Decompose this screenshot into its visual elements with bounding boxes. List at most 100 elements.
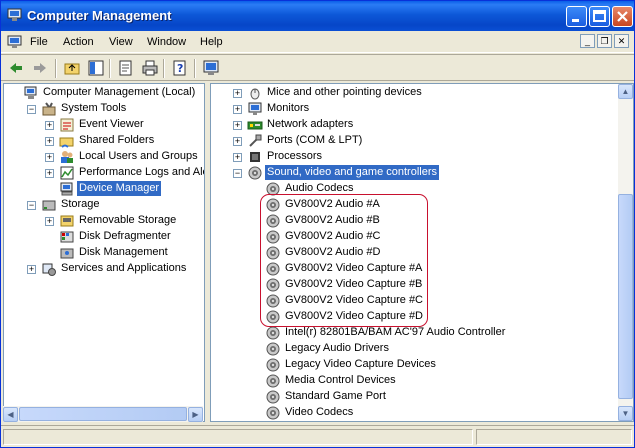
expand-toggle[interactable]: + <box>27 265 36 274</box>
tree-node-label: Legacy Audio Drivers <box>285 342 389 354</box>
menu-file[interactable]: File <box>30 36 48 48</box>
scroll-right-button[interactable]: ▶ <box>188 407 203 422</box>
scroll-thumb[interactable] <box>618 194 633 399</box>
console-tree-horizontal-scrollbar[interactable]: ◀ ▶ <box>3 406 203 422</box>
tree-node-local-users-and-groups[interactable]: Local Users and Groups <box>59 149 204 165</box>
tree-node-intel-r-82801ba-bam-ac-97-audio-controller[interactable]: Intel(r) 82801BA/BAM AC'97 Audio Control… <box>265 325 633 341</box>
tree-node-legacy-video-capture-devices[interactable]: Legacy Video Capture Devices <box>265 357 633 373</box>
tree-node-gv800v2-audio-a[interactable]: GV800V2 Audio #A <box>265 197 633 213</box>
expand-toggle[interactable]: + <box>45 153 54 162</box>
expand-toggle[interactable]: + <box>45 121 54 130</box>
tree-node-event-viewer[interactable]: Event Viewer <box>59 117 204 133</box>
device-tree-vertical-scrollbar[interactable]: ▲ ▼ <box>618 84 633 421</box>
tree-node-label: System Tools <box>61 102 127 114</box>
expand-toggle[interactable]: + <box>233 105 242 114</box>
collapse-toggle[interactable]: − <box>27 201 36 210</box>
mmc-system-menu-icon[interactable] <box>7 35 23 49</box>
tree-node-media-control-devices[interactable]: Media Control Devices <box>265 373 633 389</box>
tree-node-gv800v2-video-capture-c[interactable]: GV800V2 Video Capture #C <box>265 293 633 309</box>
menu-action[interactable]: Action <box>63 36 94 48</box>
computer-management-icon <box>7 8 22 21</box>
close-button[interactable] <box>612 6 633 27</box>
expand-toggle[interactable]: + <box>233 121 242 130</box>
network-adapter-icon <box>247 121 263 130</box>
expand-toggle[interactable]: + <box>233 153 242 162</box>
plus-icon: + <box>234 120 241 130</box>
tree-node-video-codecs[interactable]: Video Codecs <box>265 405 633 421</box>
tree-node-processors[interactable]: Processors <box>247 149 627 165</box>
tree-node-gv800v2-video-capture-a[interactable]: GV800V2 Video Capture #A <box>265 261 633 277</box>
collapse-toggle[interactable]: − <box>233 169 242 178</box>
tree-node-label: Sound, video and game controllers <box>265 165 439 180</box>
speaker-icon <box>266 294 280 308</box>
speaker-icon <box>266 310 280 324</box>
tree-node-legacy-audio-drivers[interactable]: Legacy Audio Drivers <box>265 341 633 357</box>
maximize-button[interactable] <box>589 6 610 27</box>
tree-node-gv800v2-video-capture-d[interactable]: GV800V2 Video Capture #D <box>265 309 633 325</box>
plus-icon: + <box>46 168 53 178</box>
tree-node-monitors[interactable]: Monitors <box>247 101 627 117</box>
expand-toggle[interactable]: + <box>233 137 242 146</box>
speaker-icon <box>266 230 280 244</box>
expand-toggle[interactable]: + <box>45 169 54 178</box>
plus-icon: + <box>28 264 35 274</box>
expand-toggle[interactable]: + <box>45 137 54 146</box>
tree-node-mice-and-other-pointing-devices[interactable]: Mice and other pointing devices <box>247 85 627 101</box>
up-folder-icon[interactable] <box>63 59 81 77</box>
tree-node-gv800v2-audio-d[interactable]: GV800V2 Audio #D <box>265 245 633 261</box>
mdi-restore-button[interactable]: ❐ <box>597 34 612 48</box>
tree-node-services-and-applications[interactable]: Services and Applications <box>41 261 204 277</box>
help-icon[interactable]: ? <box>171 59 189 77</box>
scan-hardware-icon[interactable] <box>202 59 220 77</box>
show-hide-tree-icon[interactable] <box>87 59 105 77</box>
tree-node-system-tools[interactable]: System Tools <box>41 101 204 117</box>
minimize-icon <box>572 19 579 22</box>
tree-node-audio-codecs[interactable]: Audio Codecs <box>265 181 633 197</box>
tree-node-device-manager[interactable]: Device Manager <box>59 181 204 197</box>
back-icon[interactable] <box>7 59 25 77</box>
tree-node-label: GV800V2 Audio #B <box>285 214 380 226</box>
performance-icon <box>60 166 74 180</box>
tree-node-label: Standard Game Port <box>285 390 386 402</box>
scroll-up-button[interactable]: ▲ <box>618 84 633 99</box>
tree-node-sound-video-and-game-controllers[interactable]: Sound, video and game controllers <box>247 165 627 181</box>
scroll-thumb[interactable] <box>19 407 187 421</box>
scroll-left-button[interactable]: ◀ <box>3 407 18 422</box>
tree-node-standard-game-port[interactable]: Standard Game Port <box>265 389 633 405</box>
speaker-icon <box>266 358 280 372</box>
tree-node-disk-management[interactable]: Disk Management <box>59 245 204 261</box>
menu-help[interactable]: Help <box>200 36 223 48</box>
tree-node-removable-storage[interactable]: Removable Storage <box>59 213 204 229</box>
device-tree-pane[interactable]: + Mice and other pointing devices + Monitor… <box>210 83 634 422</box>
title-bar[interactable]: Computer Management <box>1 1 634 31</box>
tree-node-storage[interactable]: Storage <box>41 197 204 213</box>
computer-icon <box>24 86 37 99</box>
mdi-minimize-button[interactable]: _ <box>580 34 595 48</box>
tree-node-ports-com-lpt[interactable]: Ports (COM & LPT) <box>247 133 627 149</box>
menu-window[interactable]: Window <box>147 36 186 48</box>
maximize-icon <box>593 10 606 22</box>
forward-icon[interactable] <box>31 59 49 77</box>
print-icon[interactable] <box>141 59 159 77</box>
scroll-down-button[interactable]: ▼ <box>618 406 633 421</box>
minimize-button[interactable] <box>566 6 587 27</box>
tree-node-gv800v2-video-capture-b[interactable]: GV800V2 Video Capture #B <box>265 277 633 293</box>
properties-icon[interactable] <box>117 59 135 77</box>
tree-node-computer-management-local[interactable]: Computer Management (Local) <box>23 85 204 101</box>
expand-toggle[interactable]: + <box>45 217 54 226</box>
toolbar-separator <box>109 59 111 78</box>
tree-node-gv800v2-audio-b[interactable]: GV800V2 Audio #B <box>265 213 633 229</box>
tree-node-label: Storage <box>61 198 100 210</box>
collapse-toggle[interactable]: − <box>27 105 36 114</box>
tree-node-disk-defragmenter[interactable]: Disk Defragmenter <box>59 229 204 245</box>
tree-node-network-adapters[interactable]: Network adapters <box>247 117 627 133</box>
mdi-close-button[interactable]: ✕ <box>614 34 629 48</box>
console-tree-pane[interactable]: Computer Management (Local) − System Tools… <box>3 83 205 422</box>
menu-view[interactable]: View <box>109 36 133 48</box>
tree-node-label: Mice and other pointing devices <box>267 86 422 98</box>
defrag-icon <box>60 231 74 243</box>
tree-node-performance-logs-and-alerts[interactable]: Performance Logs and Alerts <box>59 165 204 181</box>
tree-node-gv800v2-audio-c[interactable]: GV800V2 Audio #C <box>265 229 633 245</box>
expand-toggle[interactable]: + <box>233 89 242 98</box>
tree-node-shared-folders[interactable]: Shared Folders <box>59 133 204 149</box>
